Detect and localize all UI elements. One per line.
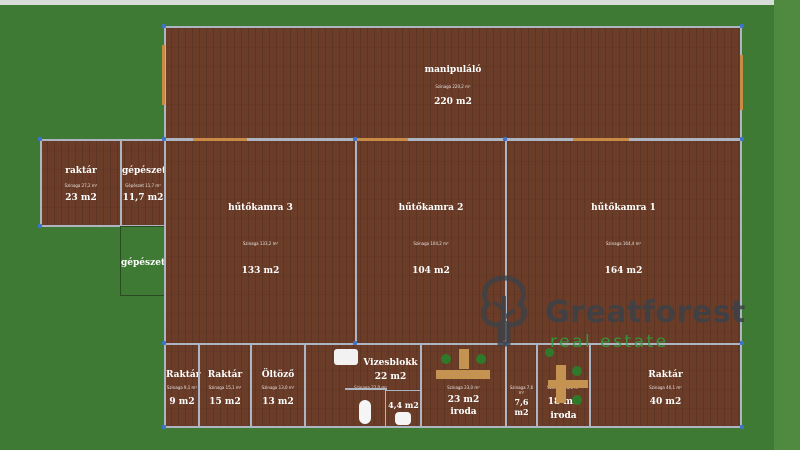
wall-node xyxy=(740,24,744,28)
door-hutokamra-2 xyxy=(356,138,408,141)
wall-node xyxy=(38,137,42,141)
tree-logo-icon xyxy=(481,275,527,347)
room-raktar-left: raktár Szinaga 27,2 m² 23 m2 xyxy=(40,139,122,227)
watermark-tagline: real estate xyxy=(550,332,669,352)
plant-icon xyxy=(572,395,582,405)
door-hutokamra-1 xyxy=(573,138,629,141)
wall-node xyxy=(162,341,166,345)
desk-icon xyxy=(436,370,490,379)
partition xyxy=(345,388,387,390)
plant-icon xyxy=(572,366,582,376)
room-small-76: Szinaga 7,6 m² 7,6 m2 xyxy=(505,343,538,428)
toilet-icon xyxy=(395,412,411,425)
toilet-icon xyxy=(359,400,371,424)
room-raktar-15: Raktár Szinaga 15,1 m² 15 m2 xyxy=(198,343,252,428)
room-hutokamra-3: hűtőkamra 3 Szinaga 133,2 m² 133 m2 xyxy=(164,139,357,345)
wall-node xyxy=(162,425,166,429)
desk-icon xyxy=(548,380,588,388)
plant-icon xyxy=(441,354,451,364)
room-oltozo: Öltöző Szinaga 13,0 m² 13 m2 xyxy=(250,343,306,428)
wall-node xyxy=(740,137,744,141)
room-gepeszet-top: gépészet Gépészet 11,7 m² 11,7 m2 xyxy=(120,139,166,227)
sink-icon xyxy=(334,349,358,365)
wall-node xyxy=(353,137,357,141)
wall-node xyxy=(38,224,42,228)
top-strip xyxy=(0,0,800,5)
door-hutokamra-3 xyxy=(193,138,247,141)
door-manipulalo-left xyxy=(162,45,165,105)
room-gepeszet-bottom: gépészet xyxy=(120,226,166,296)
right-lawn-strip xyxy=(774,0,800,450)
wall-node xyxy=(503,137,507,141)
room-raktar-9: Raktár Szinaga 9,1 m² 9 m2 xyxy=(164,343,200,428)
wall-node xyxy=(740,425,744,429)
watermark-brand: Greatforest xyxy=(545,295,746,330)
plant-icon xyxy=(476,354,486,364)
desk-icon xyxy=(459,349,469,369)
room-manipulalo: manipuláló Szinaga 220,2 m² 220 m2 xyxy=(164,26,742,140)
wall-node xyxy=(740,341,744,345)
wall-node xyxy=(353,341,357,345)
wall-node xyxy=(162,137,166,141)
room-raktar-40: Raktár Szinaga 40,1 m² 40 m2 xyxy=(589,343,742,428)
door-manipulalo-right xyxy=(740,55,743,110)
wall-node xyxy=(162,24,166,28)
